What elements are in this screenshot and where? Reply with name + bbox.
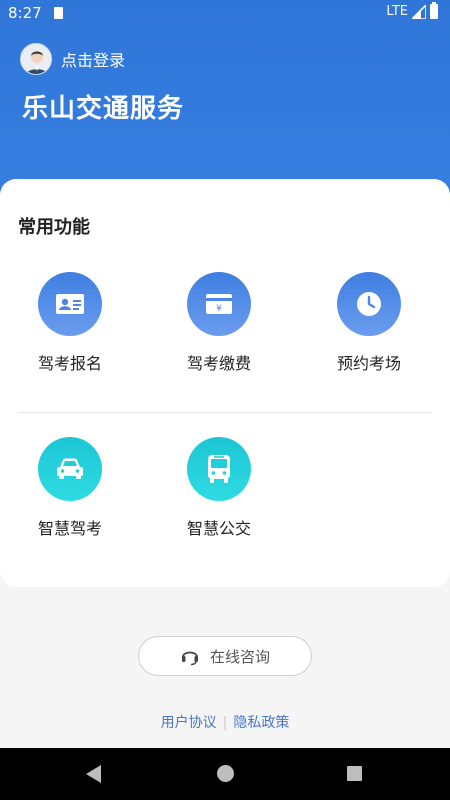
func-label: 预约考场 (336, 354, 401, 373)
driving-exam-payment[interactable]: ¥ 驾考缴费 (149, 272, 289, 374)
common-functions-card: 常用功能 驾考报名 ¥ 驾考缴费 预约考场 智慧驾考 智慧公交 (0, 179, 450, 587)
footer-links: 用户协议 | 隐私政策 (0, 712, 450, 732)
headset-icon (181, 651, 198, 666)
system-nav-bar (0, 748, 450, 800)
driving-exam-registration[interactable]: 驾考报名 (0, 272, 140, 374)
network-type: LTE (386, 4, 408, 19)
user-avatar-icon (25, 51, 49, 74)
func-label: 智慧公交 (186, 519, 251, 538)
func-label: 驾考报名 (37, 354, 102, 373)
login-text[interactable]: 点击登录 (61, 47, 125, 71)
bus-icon (187, 437, 251, 501)
online-consult-button[interactable]: 在线咨询 (138, 636, 312, 676)
avatar[interactable] (20, 43, 52, 75)
section-title: 常用功能 (18, 217, 90, 238)
privacy-policy-link[interactable]: 隐私政策 (233, 715, 289, 731)
app-title: 乐山交通服务 (22, 94, 185, 124)
book-exam-venue[interactable]: 预约考场 (299, 272, 439, 374)
status-indicators: LTE (386, 2, 438, 19)
user-agreement-link[interactable]: 用户协议 (161, 715, 217, 731)
login-entry[interactable]: 点击登录 (20, 43, 125, 75)
func-label: 驾考缴费 (186, 354, 251, 373)
home-icon[interactable] (217, 765, 234, 782)
status-bar: 8:27 LTE (0, 0, 450, 26)
smart-driving-exam[interactable]: 智慧驾考 (0, 437, 140, 539)
divider (18, 412, 432, 413)
clock-icon (337, 272, 401, 336)
svg-text:¥: ¥ (216, 304, 222, 314)
func-label: 智慧驾考 (37, 519, 102, 538)
back-icon[interactable] (86, 765, 101, 783)
sim-card-icon (54, 7, 63, 19)
battery-icon (430, 2, 438, 19)
smart-bus[interactable]: 智慧公交 (149, 437, 289, 539)
status-time: 8:27 (8, 4, 42, 22)
id-card-icon (38, 272, 102, 336)
payment-card-icon: ¥ (187, 272, 251, 336)
signal-icon (412, 4, 426, 19)
consult-label: 在线咨询 (209, 647, 270, 666)
recent-apps-icon[interactable] (347, 766, 362, 781)
car-icon (38, 437, 102, 501)
link-separator: | (222, 715, 228, 731)
